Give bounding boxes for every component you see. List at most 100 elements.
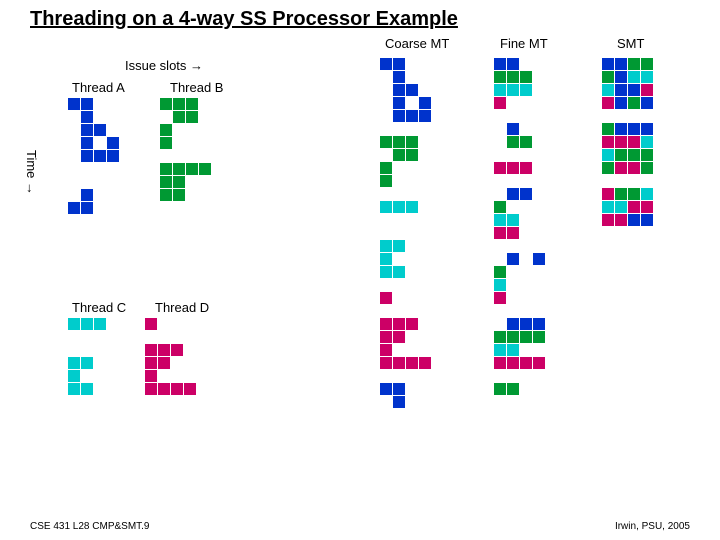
cell bbox=[602, 201, 614, 213]
cell bbox=[628, 227, 640, 239]
cell bbox=[494, 396, 506, 408]
cell bbox=[393, 292, 405, 304]
fine-mt-grid bbox=[494, 58, 545, 408]
cell bbox=[186, 176, 198, 188]
cell bbox=[615, 279, 627, 291]
cell bbox=[406, 253, 418, 265]
cell bbox=[186, 111, 198, 123]
cell bbox=[602, 123, 614, 135]
cell bbox=[380, 279, 392, 291]
cell bbox=[628, 214, 640, 226]
cell bbox=[107, 331, 119, 343]
cell bbox=[533, 240, 545, 252]
cell bbox=[628, 266, 640, 278]
cell bbox=[393, 331, 405, 343]
footer-right: Irwin, PSU, 2005 bbox=[615, 521, 690, 532]
cell bbox=[184, 383, 196, 395]
cell bbox=[406, 123, 418, 135]
cell bbox=[520, 123, 532, 135]
cell bbox=[145, 318, 157, 330]
cell bbox=[641, 344, 653, 356]
cell bbox=[160, 163, 172, 175]
cell bbox=[380, 370, 392, 382]
cell bbox=[68, 124, 80, 136]
cell bbox=[393, 97, 405, 109]
cell bbox=[173, 176, 185, 188]
cell bbox=[507, 292, 519, 304]
cell bbox=[160, 189, 172, 201]
cell bbox=[507, 201, 519, 213]
cell bbox=[380, 331, 392, 343]
cell bbox=[615, 253, 627, 265]
cell bbox=[81, 331, 93, 343]
cell bbox=[628, 110, 640, 122]
cell bbox=[628, 305, 640, 317]
cell bbox=[602, 266, 614, 278]
cell bbox=[81, 150, 93, 162]
cell bbox=[419, 71, 431, 83]
cell bbox=[494, 305, 506, 317]
cell bbox=[186, 189, 198, 201]
cell bbox=[94, 318, 106, 330]
cell bbox=[628, 188, 640, 200]
cell bbox=[641, 84, 653, 96]
cell bbox=[615, 110, 627, 122]
issue-slots-label: Issue slots → bbox=[125, 58, 203, 73]
cell bbox=[533, 188, 545, 200]
cell bbox=[107, 137, 119, 149]
cell bbox=[68, 150, 80, 162]
cell bbox=[494, 318, 506, 330]
cell bbox=[533, 58, 545, 70]
cell bbox=[494, 162, 506, 174]
cell bbox=[380, 214, 392, 226]
cell bbox=[419, 175, 431, 187]
cell bbox=[641, 370, 653, 382]
cell bbox=[107, 357, 119, 369]
cell bbox=[615, 201, 627, 213]
cell bbox=[406, 175, 418, 187]
cell bbox=[494, 175, 506, 187]
cell bbox=[406, 383, 418, 395]
cell bbox=[507, 214, 519, 226]
cell bbox=[494, 188, 506, 200]
cell bbox=[507, 136, 519, 148]
cell bbox=[419, 279, 431, 291]
cell bbox=[533, 136, 545, 148]
cell bbox=[602, 97, 614, 109]
cell bbox=[68, 357, 80, 369]
cell bbox=[602, 214, 614, 226]
cell bbox=[494, 71, 506, 83]
cell bbox=[107, 111, 119, 123]
cell bbox=[160, 137, 172, 149]
cell bbox=[507, 71, 519, 83]
cell bbox=[145, 344, 157, 356]
cell bbox=[520, 201, 532, 213]
cell bbox=[520, 58, 532, 70]
cell bbox=[641, 58, 653, 70]
cell bbox=[507, 149, 519, 161]
cell bbox=[602, 227, 614, 239]
cell bbox=[145, 357, 157, 369]
cell bbox=[171, 370, 183, 382]
cell bbox=[494, 253, 506, 265]
cell bbox=[507, 227, 519, 239]
cell bbox=[94, 383, 106, 395]
cell bbox=[507, 58, 519, 70]
cell bbox=[641, 318, 653, 330]
cell bbox=[628, 331, 640, 343]
cell bbox=[393, 136, 405, 148]
cell bbox=[171, 331, 183, 343]
cell bbox=[406, 201, 418, 213]
cell bbox=[393, 396, 405, 408]
cell bbox=[184, 318, 196, 330]
cell bbox=[68, 111, 80, 123]
cell bbox=[419, 318, 431, 330]
cell bbox=[419, 305, 431, 317]
cell bbox=[628, 97, 640, 109]
cell bbox=[641, 214, 653, 226]
cell bbox=[641, 97, 653, 109]
cell bbox=[380, 97, 392, 109]
cell bbox=[615, 162, 627, 174]
cell bbox=[393, 253, 405, 265]
cell bbox=[68, 344, 80, 356]
